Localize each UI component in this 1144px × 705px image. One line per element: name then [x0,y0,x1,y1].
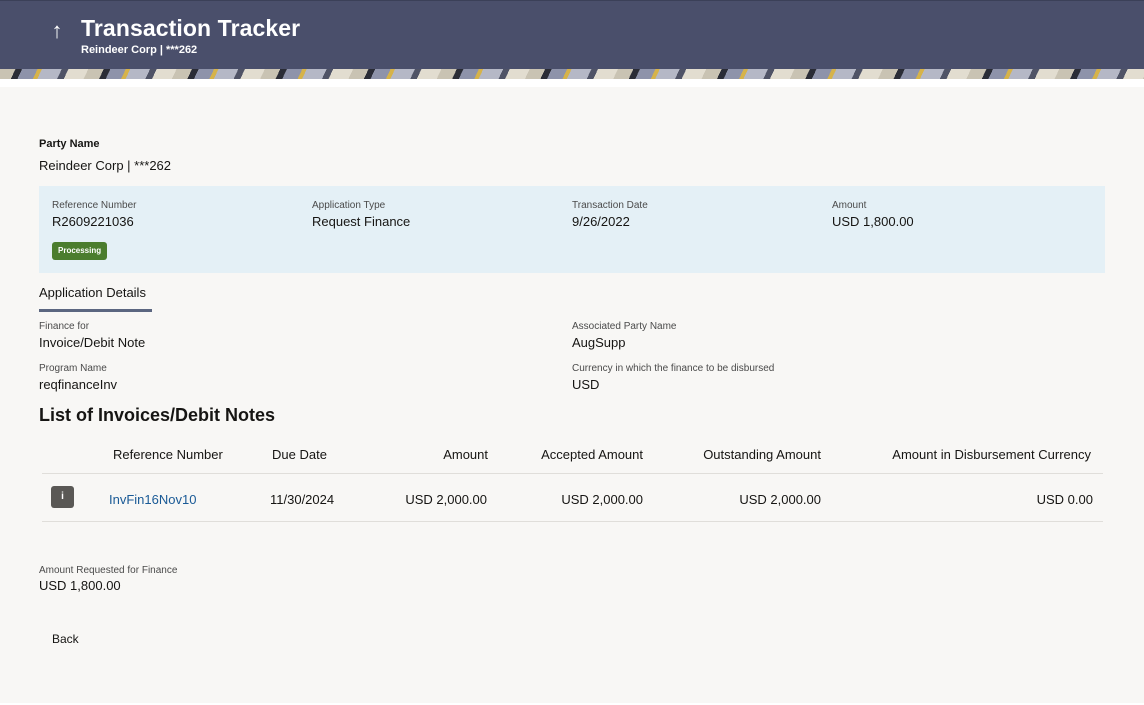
application-type-label: Application Type [312,200,386,211]
transaction-date-label: Transaction Date [572,200,648,211]
associated-party-value: AugSupp [572,335,626,350]
finance-for-field: Finance for Invoice/Debit Note [39,321,145,352]
up-arrow-icon[interactable]: ↑ [47,19,67,43]
info-icon[interactable]: i [51,486,74,508]
invoice-accepted-amount: USD 2,000.00 [561,492,643,507]
table-header-divider [42,473,1103,474]
amount-requested-label: Amount Requested for Finance [39,565,178,576]
amount-value: USD 1,800.00 [832,214,914,229]
header-banner-edge [0,79,1144,87]
transaction-date-value: 9/26/2022 [572,214,630,229]
application-type-value: Request Finance [312,214,411,229]
header-banner-pattern [0,69,1144,79]
party-name-label: Party Name [39,138,100,150]
column-header-disbursement-amount: Amount in Disbursement Currency [892,447,1091,462]
page-title: Transaction Tracker [81,15,301,41]
party-name-value: Reindeer Corp | ***262 [39,158,172,173]
invoice-due-date: 11/30/2024 [270,492,335,507]
finance-for-value: Invoice/Debit Note [39,335,146,350]
amount-requested-value: USD 1,800.00 [39,578,121,593]
program-name-value: reqfinanceInv [39,377,118,392]
associated-party-field: Associated Party Name AugSupp [572,321,677,352]
reference-number-value: R2609221036 [52,214,134,229]
column-header-accepted-amount: Accepted Amount [541,447,643,462]
disbursement-currency-value: USD [572,377,600,392]
associated-party-label: Associated Party Name [572,321,677,332]
amount-label: Amount [832,200,867,211]
program-name-label: Program Name [39,363,107,374]
column-header-due-date: Due Date [272,447,327,462]
reference-number-label: Reference Number [52,200,137,211]
transaction-date-field: Transaction Date 9/26/2022 [572,200,648,231]
reference-number-field: Reference Number R2609221036 [52,200,136,231]
application-type-field: Application Type Request Finance [312,200,410,231]
back-button[interactable]: Back [39,630,92,648]
invoice-amount: USD 2,000.00 [405,492,487,507]
table-row-divider [42,521,1103,522]
invoice-outstanding-amount: USD 2,000.00 [739,492,821,507]
column-header-amount: Amount [443,447,488,462]
status-badge: Processing [52,242,108,260]
invoice-disbursement-amount: USD 0.00 [1036,492,1093,507]
application-details-tab[interactable]: Application Details [39,285,146,300]
finance-for-label: Finance for [39,321,90,332]
invoice-reference-link[interactable]: InvFin16Nov10 [109,492,196,507]
column-header-outstanding-amount: Outstanding Amount [703,447,821,462]
column-header-reference-number: Reference Number [113,447,223,462]
amount-field: Amount USD 1,800.00 [832,200,914,231]
program-name-field: Program Name reqfinanceInv [39,363,117,394]
page-header: ↑ Transaction Tracker Reindeer Corp | **… [0,0,1144,69]
page-subtitle: Reindeer Corp | ***262 [81,44,198,56]
transaction-summary-panel: Reference Number R2609221036 Application… [39,186,1105,273]
invoices-list-title: List of Invoices/Debit Notes [39,405,276,425]
disbursement-currency-field: Currency in which the finance to be disb… [572,363,774,394]
disbursement-currency-label: Currency in which the finance to be disb… [572,363,775,374]
tab-active-indicator [39,309,152,312]
